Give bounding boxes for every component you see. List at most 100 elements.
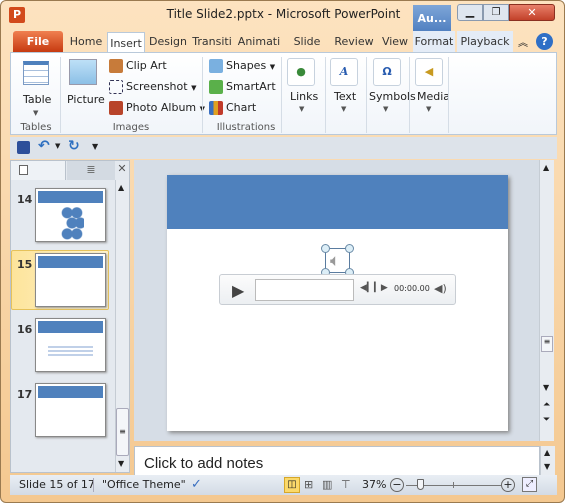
slide-sorter-icon[interactable]: ⊞ [304,475,313,495]
scroll-up-icon[interactable]: ▲ [544,448,550,457]
media-button[interactable]: Media [417,90,450,103]
tab-design[interactable]: Design [147,31,189,52]
photo-album-button[interactable]: Photo Album ▼ [109,101,205,115]
slide-thumbnail-14[interactable] [35,188,106,242]
tab-outline[interactable]: ≣ [67,161,115,180]
audio-object[interactable]: 🔈︎ [321,244,354,277]
resize-handle[interactable] [321,244,330,253]
close-pane-icon[interactable]: ✕ [115,162,129,175]
screenshot-button[interactable]: Screenshot ▼ [109,80,196,94]
spell-check-icon[interactable]: ✓ [191,475,202,495]
hexagon-graphic [60,206,84,240]
fit-to-window-icon[interactable]: ⤢ [522,477,537,492]
slide-thumbnail-17[interactable] [35,383,106,437]
zoom-out-button[interactable]: − [390,478,404,492]
clip-art-button[interactable]: Clip Art [109,59,167,73]
scroll-up-icon[interactable]: ▲ [543,163,549,172]
volume-icon[interactable]: ◀) [434,282,447,295]
redo-icon[interactable]: ↻ [68,138,80,154]
slide-thumbnail-16[interactable] [35,318,106,372]
minimize-button[interactable]: ▁ [457,4,483,21]
table-button[interactable]: Table [23,93,51,106]
clip-art-label: Clip Art [126,59,167,72]
tab-insert[interactable]: Insert [107,32,145,53]
tab-playback[interactable]: Playback [457,31,513,52]
main-scrollbar[interactable]: ▲ ≡ ▼ ⏶ ⏷ [539,160,554,441]
minimize-ribbon-icon[interactable]: ︽ [518,34,528,49]
picture-button[interactable]: Picture [67,93,105,106]
chevron-down-icon: ▼ [33,109,39,117]
theme-name[interactable]: "Office Theme" [102,475,186,495]
tab-home[interactable]: Home [67,31,105,52]
slides-tab-icon [19,165,28,175]
tab-slides[interactable] [11,161,66,180]
slide-canvas[interactable]: 🔈︎ ▶ ◀▎ ▎▶ 00:00.00 ◀) [167,175,508,431]
chevron-down-icon: ▼ [269,63,276,71]
chevron-down-icon: ▼ [341,105,347,113]
divider [93,478,94,492]
scroll-down-icon[interactable]: ▼ [118,459,124,468]
table-icon [23,61,49,85]
smartart-label: SmartArt [226,80,276,93]
scrollbar-thumb[interactable]: ≡ [541,336,553,352]
close-button[interactable]: ✕ [509,4,555,21]
undo-icon[interactable]: ↶ [38,138,50,154]
ribbon-insert: Table ▼ Tables Picture Clip Art Screensh… [10,52,557,135]
slides-pane-scrollbar[interactable]: ▲ ≡ ▼ [115,180,129,472]
zoom-in-button[interactable]: + [501,478,515,492]
slides-pane: ≣ ✕ 14 15 16 17 ▲ ≡ ▼ [10,160,130,473]
media-timeline[interactable] [255,279,354,301]
tab-format[interactable]: Format [413,31,455,52]
notes-placeholder: Click to add notes [144,455,264,472]
previous-slide-icon[interactable]: ⏶ [543,400,550,410]
divider [325,57,326,133]
title-band [38,256,103,268]
scroll-down-icon[interactable]: ▼ [544,462,550,471]
chevron-down-icon: ▼ [191,84,197,92]
notes-scrollbar[interactable]: ▲ ▼ [540,446,555,476]
save-icon[interactable] [17,141,30,154]
slide-number: 17 [17,388,33,401]
divider [281,57,282,133]
scrollbar-thumb[interactable]: ≡ [116,408,129,456]
chart-label: Chart [226,101,257,114]
smartart-button[interactable]: SmartArt [209,80,276,94]
undo-dropdown-icon[interactable]: ▼ [55,142,60,150]
tab-review[interactable]: Review [331,31,377,52]
play-button[interactable]: ▶ [232,281,244,300]
tab-file[interactable]: File [13,31,63,52]
help-icon[interactable]: ? [536,33,553,50]
slide-number: 14 [17,193,33,206]
skip-back-icon[interactable]: ◀▎ [360,283,374,293]
skip-forward-icon[interactable]: ▎▶ [374,283,388,293]
restore-button[interactable]: ❐ [483,4,509,21]
picture-icon [69,59,97,85]
zoom-slider-thumb[interactable] [417,479,425,490]
smartart-icon [209,80,223,94]
shapes-button[interactable]: Shapes ▼ [209,59,275,73]
tab-animations[interactable]: Animati [235,31,283,52]
omega-icon: Ω [373,58,401,86]
next-slide-icon[interactable]: ⏷ [543,415,550,425]
zoom-slider[interactable] [406,479,501,490]
title-band [38,321,103,333]
resize-handle[interactable] [345,244,354,253]
tab-slide-show[interactable]: Slide Sh [285,31,329,52]
tab-view[interactable]: View [379,31,411,52]
scroll-down-icon[interactable]: ▼ [543,383,549,392]
title-placeholder[interactable] [167,175,508,229]
links-button[interactable]: Links [290,90,318,103]
group-label-images: Images [112,122,150,133]
reading-view-icon[interactable]: ▥ [322,475,332,495]
powerpoint-window: P Title Slide2.pptx - Microsoft PowerPoi… [0,0,565,503]
notes-pane[interactable]: Click to add notes [134,446,540,476]
zoom-level[interactable]: 37% [362,475,386,495]
customize-qat-icon[interactable]: ▼ [92,142,98,151]
text-button[interactable]: Text [334,90,356,103]
slide-show-icon[interactable]: ⊤ [341,475,351,495]
chart-button[interactable]: Chart [209,101,256,115]
scroll-up-icon[interactable]: ▲ [118,183,124,192]
normal-view-icon[interactable]: ◫ [284,477,300,493]
slide-thumbnail-15[interactable] [35,253,106,307]
tab-transitions[interactable]: Transiti [191,31,233,52]
